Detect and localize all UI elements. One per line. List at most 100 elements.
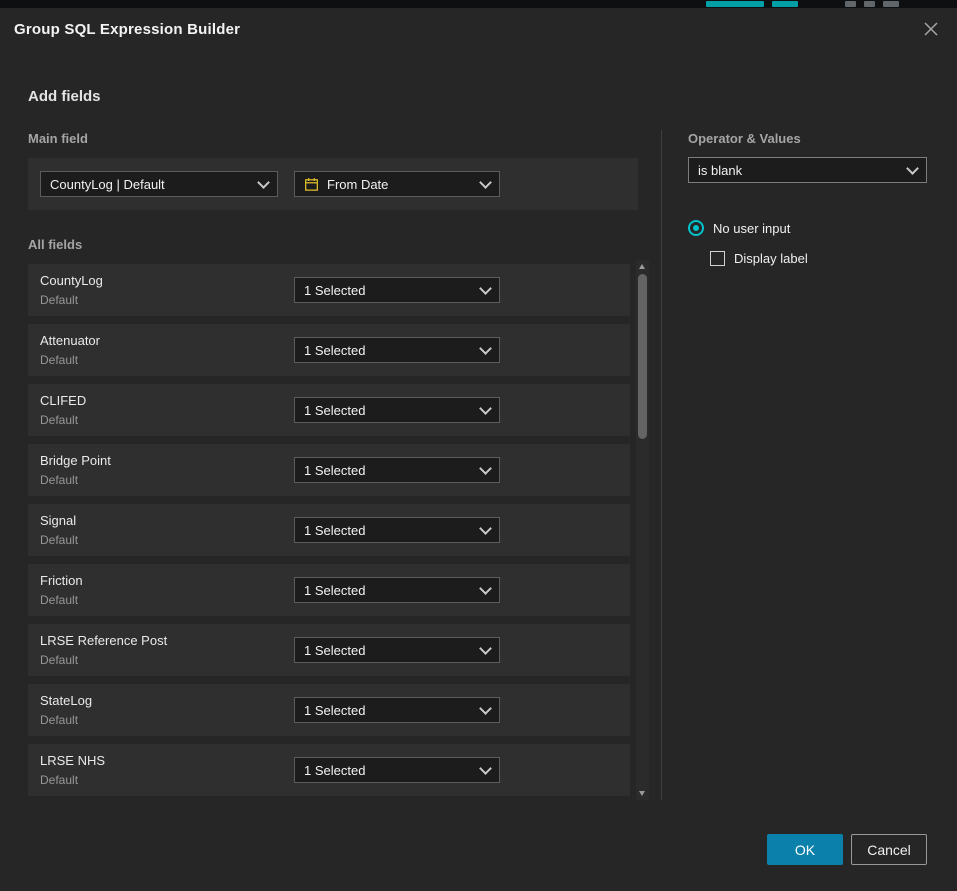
field-row: LRSE Reference Post Default 1 Selected xyxy=(28,624,630,676)
field-info: Signal Default xyxy=(40,513,78,547)
field-subtitle: Default xyxy=(40,773,105,787)
chevron-down-icon xyxy=(479,642,492,655)
field-values-dropdown[interactable]: 1 Selected xyxy=(294,397,500,423)
radio-dot xyxy=(693,225,699,231)
field-values-selected: 1 Selected xyxy=(304,643,365,658)
field-values-dropdown[interactable]: 1 Selected xyxy=(294,697,500,723)
all-fields-label: All fields xyxy=(28,237,82,252)
background-icon-fragment xyxy=(864,1,875,7)
section-title: Add fields xyxy=(28,88,101,105)
chevron-down-icon xyxy=(479,462,492,475)
field-info: StateLog Default xyxy=(40,693,92,727)
display-label-checkbox[interactable]: Display label xyxy=(710,251,808,266)
field-subtitle: Default xyxy=(40,473,111,487)
field-name: Friction xyxy=(40,573,83,588)
chevron-down-icon xyxy=(479,702,492,715)
field-row: Signal Default 1 Selected xyxy=(28,504,630,556)
panel-divider xyxy=(661,130,662,800)
chevron-down-icon xyxy=(906,162,919,175)
field-subtitle: Default xyxy=(40,593,83,607)
field-values-dropdown[interactable]: 1 Selected xyxy=(294,637,500,663)
chevron-down-icon xyxy=(479,176,492,189)
date-field-icon xyxy=(304,177,319,192)
field-values-dropdown[interactable]: 1 Selected xyxy=(294,277,500,303)
radio-selected-icon xyxy=(688,220,704,236)
main-field-band: CountyLog | Default From Date xyxy=(28,158,638,210)
main-field-layer-dropdown[interactable]: CountyLog | Default xyxy=(40,171,278,197)
group-sql-expression-builder-dialog: Group SQL Expression Builder Add fields … xyxy=(0,8,957,891)
scrollbar-up-arrow[interactable] xyxy=(639,264,645,269)
field-values-selected: 1 Selected xyxy=(304,763,365,778)
field-info: LRSE NHS Default xyxy=(40,753,105,787)
field-values-selected: 1 Selected xyxy=(304,463,365,478)
field-name: LRSE NHS xyxy=(40,753,105,768)
checkbox-unchecked-icon xyxy=(710,251,725,266)
no-user-input-label: No user input xyxy=(713,221,790,236)
field-values-selected: 1 Selected xyxy=(304,523,365,538)
field-subtitle: Default xyxy=(40,413,86,427)
field-values-dropdown[interactable]: 1 Selected xyxy=(294,577,500,603)
background-app-strip xyxy=(0,0,957,8)
no-user-input-radio[interactable]: No user input xyxy=(688,220,790,236)
field-name: LRSE Reference Post xyxy=(40,633,167,648)
chevron-down-icon xyxy=(479,402,492,415)
chevron-down-icon xyxy=(479,582,492,595)
operator-value: is blank xyxy=(698,163,742,178)
field-values-selected: 1 Selected xyxy=(304,403,365,418)
chevron-down-icon xyxy=(479,282,492,295)
field-values-selected: 1 Selected xyxy=(304,343,365,358)
field-info: Bridge Point Default xyxy=(40,453,111,487)
field-info: Friction Default xyxy=(40,573,83,607)
background-icon-fragment xyxy=(845,1,856,7)
background-teal-fragment xyxy=(772,1,798,7)
field-row: Attenuator Default 1 Selected xyxy=(28,324,630,376)
dialog-header: Group SQL Expression Builder xyxy=(0,8,957,50)
field-info: CLIFED Default xyxy=(40,393,86,427)
display-label-label: Display label xyxy=(734,251,808,266)
chevron-down-icon xyxy=(479,342,492,355)
cancel-button[interactable]: Cancel xyxy=(851,834,927,865)
field-subtitle: Default xyxy=(40,353,100,367)
operator-dropdown[interactable]: is blank xyxy=(688,157,927,183)
background-icon-fragment xyxy=(883,1,899,7)
scrollbar-thumb[interactable] xyxy=(638,274,647,439)
main-field-label: Main field xyxy=(28,131,88,146)
chevron-down-icon xyxy=(479,522,492,535)
field-values-selected: 1 Selected xyxy=(304,703,365,718)
main-field-layer-value: CountyLog | Default xyxy=(50,177,165,192)
field-row: Friction Default 1 Selected xyxy=(28,564,630,616)
field-row: CountyLog Default 1 Selected xyxy=(28,264,630,316)
field-row: Bridge Point Default 1 Selected xyxy=(28,444,630,496)
main-field-field-dropdown[interactable]: From Date xyxy=(294,171,500,197)
field-info: LRSE Reference Post Default xyxy=(40,633,167,667)
field-subtitle: Default xyxy=(40,533,78,547)
scrollbar-down-arrow[interactable] xyxy=(639,791,645,796)
dialog-footer: OK Cancel xyxy=(767,834,927,865)
field-values-dropdown[interactable]: 1 Selected xyxy=(294,757,500,783)
field-row: CLIFED Default 1 Selected xyxy=(28,384,630,436)
field-name: Signal xyxy=(40,513,78,528)
field-values-dropdown[interactable]: 1 Selected xyxy=(294,337,500,363)
dialog-title: Group SQL Expression Builder xyxy=(14,21,240,38)
scrollbar[interactable] xyxy=(636,260,649,800)
field-name: CLIFED xyxy=(40,393,86,408)
operator-values-label: Operator & Values xyxy=(688,131,801,146)
field-row: StateLog Default 1 Selected xyxy=(28,684,630,736)
field-info: CountyLog Default xyxy=(40,273,103,307)
field-subtitle: Default xyxy=(40,713,92,727)
ok-button[interactable]: OK xyxy=(767,834,843,865)
field-values-dropdown[interactable]: 1 Selected xyxy=(294,517,500,543)
close-icon[interactable] xyxy=(919,17,943,41)
field-name: StateLog xyxy=(40,693,92,708)
field-name: CountyLog xyxy=(40,273,103,288)
field-values-selected: 1 Selected xyxy=(304,583,365,598)
field-values-dropdown[interactable]: 1 Selected xyxy=(294,457,500,483)
field-subtitle: Default xyxy=(40,293,103,307)
field-info: Attenuator Default xyxy=(40,333,100,367)
field-row: LRSE NHS Default 1 Selected xyxy=(28,744,630,796)
chevron-down-icon xyxy=(479,762,492,775)
field-name: Attenuator xyxy=(40,333,100,348)
all-fields-list: CountyLog Default 1 Selected Attenuator … xyxy=(28,264,630,804)
field-subtitle: Default xyxy=(40,653,167,667)
field-values-selected: 1 Selected xyxy=(304,283,365,298)
